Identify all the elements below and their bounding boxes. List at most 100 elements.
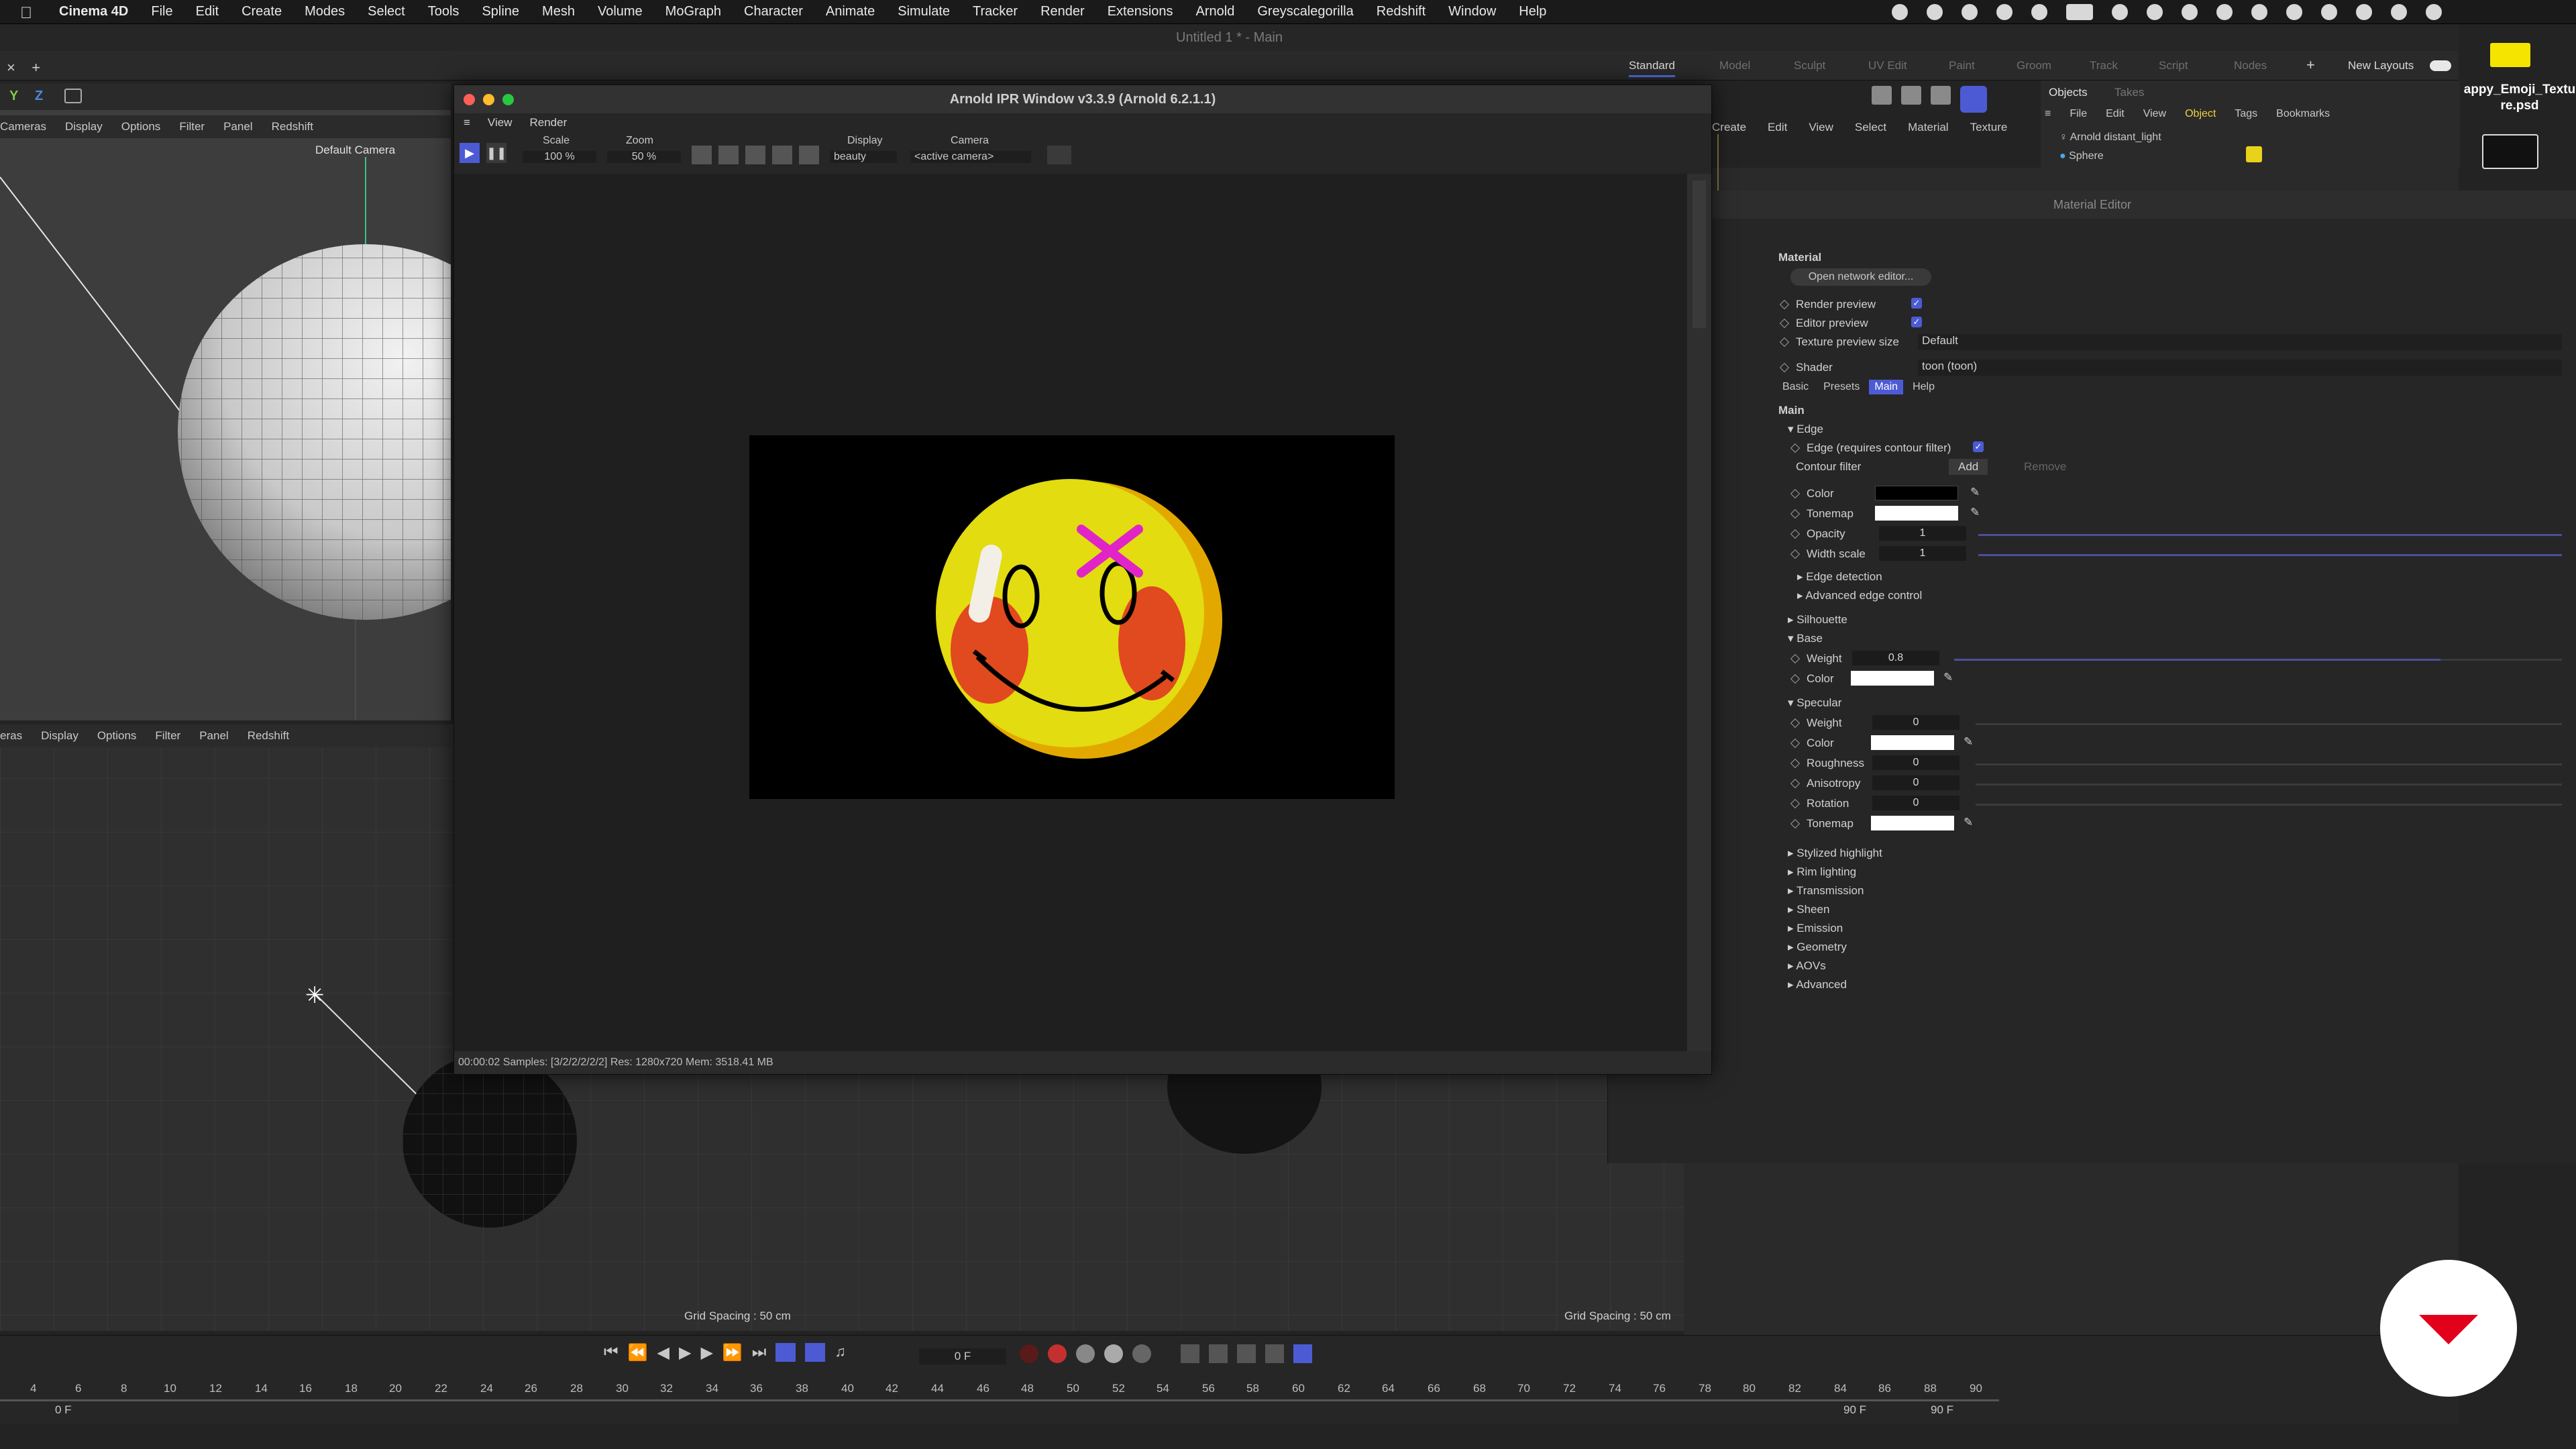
menu-edit-2[interactable]: Edit xyxy=(1768,121,1787,134)
viewport-menu-options[interactable]: Options xyxy=(121,120,161,133)
silhouette-group[interactable]: ▸ Silhouette xyxy=(1788,613,1847,627)
viewport-menu-panel[interactable]: Panel xyxy=(223,120,252,133)
roughness-field[interactable]: 0 xyxy=(1872,755,1960,770)
view-mode-icon-4[interactable] xyxy=(772,146,792,164)
tab-takes[interactable]: Takes xyxy=(2114,86,2144,99)
menu-redshift[interactable]: Redshift xyxy=(1377,4,1426,19)
tab-help[interactable]: Help xyxy=(1907,380,1940,394)
tab-basic[interactable]: Basic xyxy=(1777,380,1814,394)
menu-help[interactable]: Help xyxy=(1519,4,1546,19)
volume-icon[interactable] xyxy=(2251,4,2267,20)
view-mode-icon-3[interactable] xyxy=(745,146,765,164)
specular-group[interactable]: ▾ Specular xyxy=(1788,696,1841,710)
objects-menu-bookmarks[interactable]: Bookmarks xyxy=(2276,108,2330,120)
advanced-group[interactable]: ▸ Advanced xyxy=(1788,978,1847,991)
key-icon-2[interactable] xyxy=(1132,1344,1151,1363)
camera-select[interactable]: <active camera> xyxy=(910,151,1031,163)
rotate-key-icon[interactable] xyxy=(1209,1344,1228,1363)
spec-color-swatch[interactable] xyxy=(1871,735,1954,750)
box-icon[interactable] xyxy=(2066,4,2093,20)
scale-field[interactable]: 100 % xyxy=(523,151,596,163)
menu-create-2[interactable]: Create xyxy=(1712,121,1746,134)
play-forward-icon[interactable]: ▶ xyxy=(679,1343,691,1362)
edge-detection-group[interactable]: ▸ Edge detection xyxy=(1797,570,1882,584)
layout-tab-nodes[interactable]: Nodes xyxy=(2234,59,2267,72)
viewport-menu-redshift[interactable]: Redshift xyxy=(272,120,313,133)
param-key-icon[interactable] xyxy=(1265,1344,1284,1363)
viewport-perspective[interactable]: Y Z Cameras Display Options Filter Panel… xyxy=(0,83,451,720)
layout-toggle[interactable] xyxy=(2430,60,2451,71)
menu-animate[interactable]: Animate xyxy=(826,4,875,19)
bluetooth-icon[interactable] xyxy=(2321,4,2337,20)
vpn-icon[interactable] xyxy=(2182,4,2198,20)
move-key-icon[interactable] xyxy=(1181,1344,1199,1363)
pla-key-icon[interactable] xyxy=(1293,1344,1312,1363)
edge-color-swatch[interactable] xyxy=(1875,486,1958,500)
editor-preview-checkbox[interactable]: ✓ xyxy=(1911,317,1922,327)
aovs-group[interactable]: ▸ AOVs xyxy=(1788,959,1826,973)
objects-menu-file[interactable]: File xyxy=(2070,108,2087,120)
contour-remove-button[interactable]: Remove xyxy=(2015,459,2076,475)
menu-volume[interactable]: Volume xyxy=(598,4,643,19)
eyedropper-icon[interactable]: ✎ xyxy=(1970,486,1980,499)
ipr-menu-view[interactable]: View xyxy=(488,116,513,129)
width-scale-field[interactable]: 1 xyxy=(1879,546,1966,561)
menu-tracker[interactable]: Tracker xyxy=(973,4,1018,19)
menu-select-2[interactable]: Select xyxy=(1855,121,1886,134)
render-picture-viewer-icon[interactable] xyxy=(1901,86,1921,105)
view-mode-icon-2[interactable] xyxy=(718,146,739,164)
tool-icon[interactable] xyxy=(2112,4,2128,20)
apple-icon[interactable]:  xyxy=(20,4,36,22)
close-window-icon[interactable] xyxy=(464,94,475,105)
objects-menu-object[interactable]: Object xyxy=(2185,108,2216,120)
go-to-start-icon[interactable]: ⏮ xyxy=(604,1343,619,1362)
wifi-icon[interactable] xyxy=(2356,4,2372,20)
viewport-menu-display-2[interactable]: Display xyxy=(41,729,78,743)
snapshot-icon[interactable] xyxy=(1047,146,1071,164)
menu-mograph[interactable]: MoGraph xyxy=(665,4,721,19)
menu-greyscalegorilla[interactable]: Greyscalegorilla xyxy=(1257,4,1353,19)
texture-preview-select[interactable]: Default xyxy=(1918,334,2562,350)
menu-file[interactable]: File xyxy=(151,4,172,19)
key-selection-icon[interactable] xyxy=(1104,1344,1123,1363)
menu-edit[interactable]: Edit xyxy=(196,4,219,19)
layout-tab-groom[interactable]: Groom xyxy=(2017,59,2051,72)
viewport-menu-display[interactable]: Display xyxy=(65,120,103,133)
rotation-field[interactable]: 0 xyxy=(1872,796,1960,810)
layout-tab-sculpt[interactable]: Sculpt xyxy=(1794,59,1825,72)
hamburger-icon[interactable]: ≡ xyxy=(2045,108,2051,120)
y-axis-label[interactable]: Y xyxy=(9,89,18,104)
scale-key-icon[interactable] xyxy=(1237,1344,1256,1363)
new-layouts-button[interactable]: New Layouts xyxy=(2348,59,2414,72)
pause-icon[interactable]: ❚❚ xyxy=(486,143,506,163)
play-icon[interactable]: ▶ xyxy=(460,143,480,163)
viewport-menu-panel-2[interactable]: Panel xyxy=(199,729,228,743)
objects-menu-edit[interactable]: Edit xyxy=(2106,108,2125,120)
tab-presets[interactable]: Presets xyxy=(1818,380,1865,394)
range-icon[interactable] xyxy=(805,1343,826,1362)
arnold-ipr-icon[interactable] xyxy=(1960,86,1987,113)
close-tab-icon[interactable]: × + xyxy=(7,59,40,76)
menu-spline[interactable]: Spline xyxy=(482,4,519,19)
base-group[interactable]: ▾ Base xyxy=(1788,632,1823,645)
go-to-end-icon[interactable]: ⏭ xyxy=(752,1343,767,1362)
hamburger-icon-ipr[interactable]: ≡ xyxy=(464,116,470,129)
next-frame-icon[interactable]: ▶ xyxy=(700,1343,712,1362)
menu-mesh[interactable]: Mesh xyxy=(542,4,575,19)
viewport-menu-filter-2[interactable]: Filter xyxy=(155,729,180,743)
menu-view-2[interactable]: View xyxy=(1809,121,1833,134)
current-frame-field[interactable]: 0 F xyxy=(919,1348,1006,1364)
timeline-end-field[interactable]: 90 F xyxy=(1843,1403,1866,1417)
spec-weight-field[interactable]: 0 xyxy=(1872,715,1960,730)
menu-character[interactable]: Character xyxy=(744,4,803,19)
object-row-sphere[interactable]: ● Sphere xyxy=(2059,150,2104,162)
anisotropy-field[interactable]: 0 xyxy=(1872,775,1960,790)
zoom-window-icon[interactable] xyxy=(502,94,514,105)
timeline-track[interactable] xyxy=(0,1399,1999,1401)
eyedropper-icon-5[interactable]: ✎ xyxy=(1964,816,1973,829)
layout-tab-model[interactable]: Model xyxy=(1719,59,1750,72)
transmission-group[interactable]: ▸ Transmission xyxy=(1788,884,1864,898)
layout-tab-track[interactable]: Track xyxy=(2090,59,2118,72)
menu-select[interactable]: Select xyxy=(368,4,405,19)
menu-create[interactable]: Create xyxy=(241,4,282,19)
